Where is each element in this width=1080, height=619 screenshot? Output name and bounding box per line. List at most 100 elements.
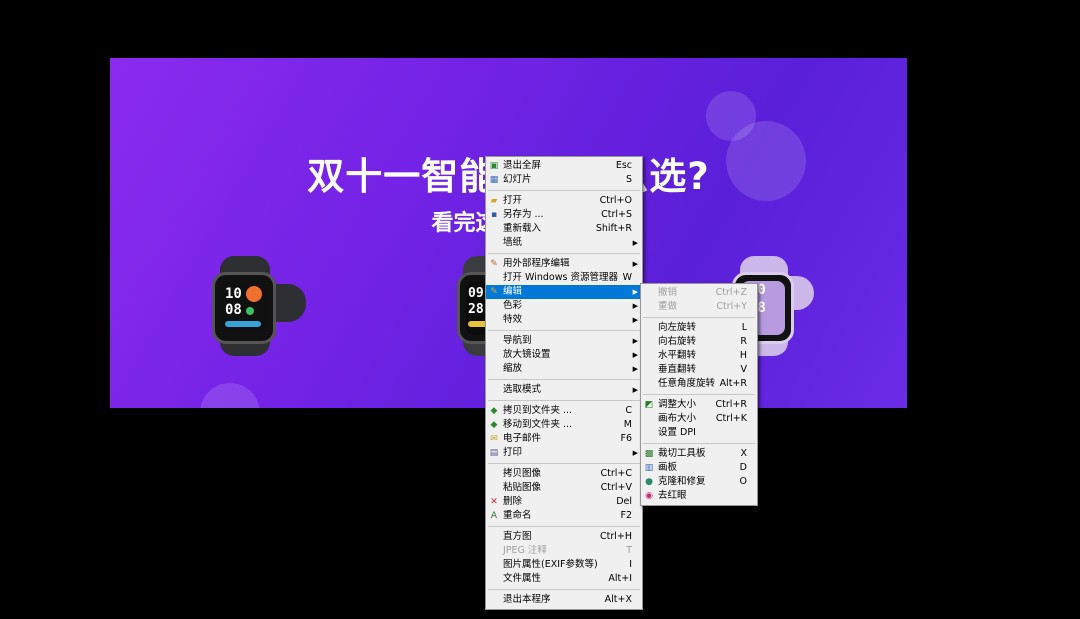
menu-item-label: 色彩 — [503, 300, 523, 311]
menu-item-label: 向左旋转 — [658, 322, 697, 333]
menu-separator — [488, 589, 640, 590]
resize-icon: ◩ — [644, 400, 654, 410]
menu-item-shortcut: Alt+X — [604, 594, 632, 605]
menu-item-shortcut: Ctrl+C — [600, 468, 633, 479]
paint-board-icon: ▥ — [644, 463, 654, 473]
context-menu-item[interactable]: 拷贝图像 Ctrl+C — [486, 467, 642, 481]
context-menu-item[interactable]: ✎ 编辑 ▶ — [486, 285, 642, 299]
edit-submenu-item[interactable]: 任意角度旋转 Alt+R — [641, 377, 757, 391]
menu-item-shortcut: Ctrl+S — [601, 209, 632, 220]
edit-submenu-item[interactable]: ● 克隆和修复 O — [641, 475, 757, 489]
menu-item-shortcut: T — [626, 545, 632, 556]
menu-item-shortcut: Alt+R — [719, 378, 747, 389]
menu-item-label: 设置 DPI — [658, 427, 696, 438]
edit-submenu-item[interactable]: ▩ 裁切工具板 X — [641, 447, 757, 461]
context-menu-item[interactable]: 打开 Windows 资源管理器 W — [486, 271, 642, 285]
menu-item-shortcut: Ctrl+K — [715, 413, 747, 424]
context-menu-item[interactable]: ✕ 删除 Del — [486, 495, 642, 509]
context-menu-item[interactable]: 文件属性 Alt+I — [486, 572, 642, 586]
context-menu-item[interactable]: ✉ 电子邮件 F6 — [486, 432, 642, 446]
context-menu-item[interactable]: 缩放 ▶ — [486, 362, 642, 376]
submenu-arrow-icon: ▶ — [632, 302, 638, 310]
edit-submenu-item[interactable]: 重做 Ctrl+Y — [641, 300, 757, 314]
delete-x-icon: ✕ — [490, 497, 498, 507]
menu-separator — [643, 317, 755, 318]
edit-submenu-item[interactable]: ◩ 调整大小 Ctrl+R — [641, 398, 757, 412]
submenu-arrow-icon: ▶ — [632, 351, 638, 359]
menu-item-shortcut: Ctrl+H — [599, 531, 632, 542]
menu-item-label: 画板 — [658, 462, 678, 473]
menu-item-shortcut: R — [740, 336, 747, 347]
menu-item-label: 重命名 — [503, 510, 532, 521]
menu-item-label: 裁切工具板 — [658, 448, 706, 459]
context-menu-item[interactable]: ▪ 另存为 ... Ctrl+S — [486, 208, 642, 222]
context-menu-item[interactable]: 退出本程序 Alt+X — [486, 593, 642, 607]
submenu-arrow-icon: ▶ — [632, 386, 638, 394]
context-menu-item[interactable]: ▰ 打开 Ctrl+O — [486, 194, 642, 208]
edit-submenu-item[interactable]: 设置 DPI — [641, 426, 757, 440]
context-menu-item[interactable]: JPEG 注释 T — [486, 544, 642, 558]
menu-item-shortcut: H — [739, 350, 747, 361]
context-menu-item[interactable]: ▣ 退出全屏 Esc — [486, 159, 642, 173]
context-menu-item[interactable]: 放大镜设置 ▶ — [486, 348, 642, 362]
open-folder-icon: ▰ — [490, 196, 498, 206]
submenu-arrow-icon: ▶ — [632, 260, 638, 268]
edit-submenu-item[interactable]: ▥ 画板 D — [641, 461, 757, 475]
menu-item-label: 粘贴图像 — [503, 482, 542, 493]
menu-item-shortcut: F6 — [620, 433, 632, 444]
menu-item-shortcut: Ctrl+Y — [716, 301, 747, 312]
watch-time-minute: 08 — [225, 302, 242, 318]
menu-item-label: 幻灯片 — [503, 174, 532, 185]
context-menu-item[interactable]: ◆ 移动到文件夹 ... M — [486, 418, 642, 432]
menu-item-label: 移动到文件夹 ... — [503, 419, 573, 430]
menu-item-label: 删除 — [503, 496, 523, 507]
smartwatch-image: 10 08 — [210, 256, 306, 356]
watch-time-minute: 28 — [468, 302, 484, 317]
menu-item-label: 拷贝到文件夹 ... — [503, 405, 573, 416]
submenu-arrow-icon: ▶ — [632, 288, 638, 296]
decor-circle — [200, 383, 260, 408]
menu-item-label: 向右旋转 — [658, 336, 697, 347]
menu-item-label: 直方图 — [503, 531, 532, 542]
slideshow-icon: ▦ — [489, 175, 499, 185]
context-menu-item[interactable]: 图片属性(EXIF参数等) I — [486, 558, 642, 572]
submenu-arrow-icon: ▶ — [632, 337, 638, 345]
floppy-disk-icon: ▪ — [490, 210, 498, 220]
edit-submenu-item[interactable]: ◉ 去红眼 — [641, 489, 757, 503]
menu-separator — [643, 443, 755, 444]
menu-item-shortcut: Alt+I — [608, 573, 632, 584]
edit-submenu-item[interactable]: 撤销 Ctrl+Z — [641, 286, 757, 300]
menu-item-label: 打开 — [503, 195, 523, 206]
menu-item-label: 打印 — [503, 447, 523, 458]
context-menu-item[interactable]: 选取模式 ▶ — [486, 383, 642, 397]
menu-item-shortcut: Ctrl+Z — [715, 287, 747, 298]
context-menu-item[interactable]: 特效 ▶ — [486, 313, 642, 327]
edit-brush-icon: ✎ — [490, 287, 498, 297]
menu-item-shortcut: I — [629, 559, 632, 570]
context-menu-item[interactable]: 墙纸 ▶ — [486, 236, 642, 250]
edit-submenu-item[interactable]: 水平翻转 H — [641, 349, 757, 363]
menu-item-label: 编辑 — [503, 286, 523, 297]
context-menu-item[interactable]: 粘贴图像 Ctrl+V — [486, 481, 642, 495]
edit-submenu-item[interactable]: 垂直翻转 V — [641, 363, 757, 377]
edit-submenu-item[interactable]: 向右旋转 R — [641, 335, 757, 349]
edit-submenu-item[interactable]: 向左旋转 L — [641, 321, 757, 335]
context-menu-item[interactable]: A 重命名 F2 — [486, 509, 642, 523]
context-menu-item[interactable]: ◆ 拷贝到文件夹 ... C — [486, 404, 642, 418]
edit-submenu-item[interactable]: 画布大小 Ctrl+K — [641, 412, 757, 426]
watch-time-hour: 09 — [468, 286, 484, 301]
menu-item-label: 放大镜设置 — [503, 349, 551, 360]
context-menu-item[interactable]: ▦ 幻灯片 S — [486, 173, 642, 187]
menu-item-shortcut: D — [739, 462, 747, 473]
context-menu-item[interactable]: 导航到 ▶ — [486, 334, 642, 348]
menu-item-shortcut: O — [739, 476, 747, 487]
context-menu-item[interactable]: ▤ 打印 ▶ — [486, 446, 642, 460]
context-menu-item[interactable]: 色彩 ▶ — [486, 299, 642, 313]
menu-item-label: 电子邮件 — [503, 433, 542, 444]
context-menu-item[interactable]: 重新载入 Shift+R — [486, 222, 642, 236]
menu-item-label: 退出全屏 — [503, 160, 542, 171]
menu-item-label: 图片属性(EXIF参数等) — [503, 559, 598, 570]
copy-to-folder-icon: ◆ — [490, 406, 498, 416]
context-menu-item[interactable]: 直方图 Ctrl+H — [486, 530, 642, 544]
context-menu-item[interactable]: ✎ 用外部程序编辑 ▶ — [486, 257, 642, 271]
